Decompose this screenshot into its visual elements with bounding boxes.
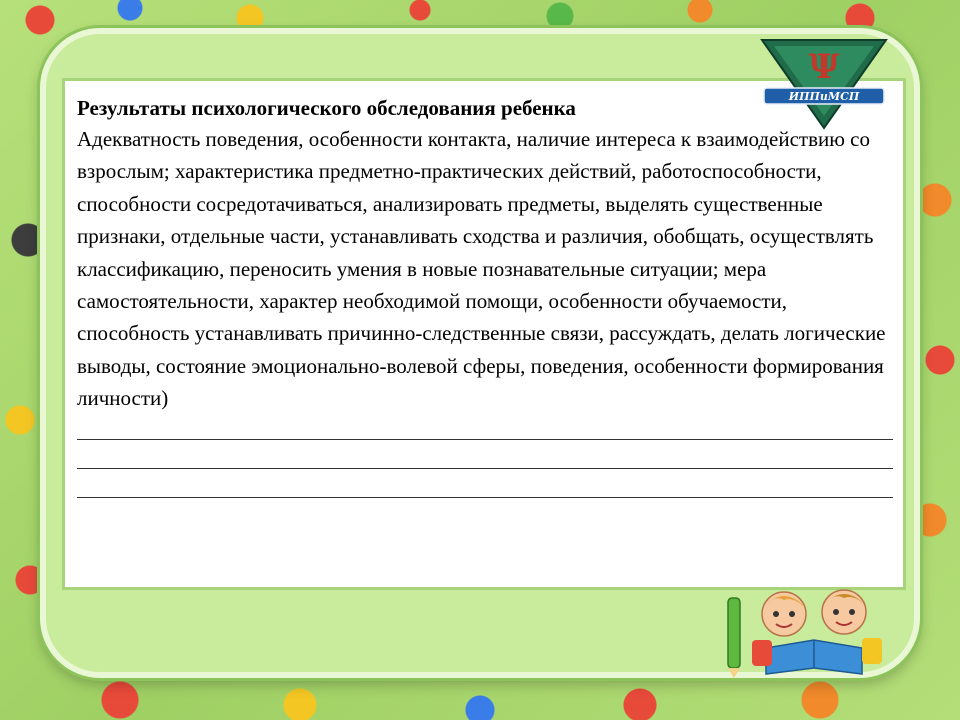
blank-line-2 — [77, 467, 893, 469]
children-reading-illustration — [727, 589, 882, 678]
svg-text:Ψ: Ψ — [808, 47, 839, 87]
institute-emblem-logo: Ψ ИППиМСП — [760, 39, 888, 130]
blank-line-1 — [77, 438, 893, 440]
blank-line-3 — [77, 496, 893, 498]
emblem-label: ИППиМСП — [788, 90, 860, 103]
text-panel: Результаты психологического обследования… — [62, 78, 906, 590]
document-body: Адекватность поведения, особенности конт… — [77, 127, 886, 411]
